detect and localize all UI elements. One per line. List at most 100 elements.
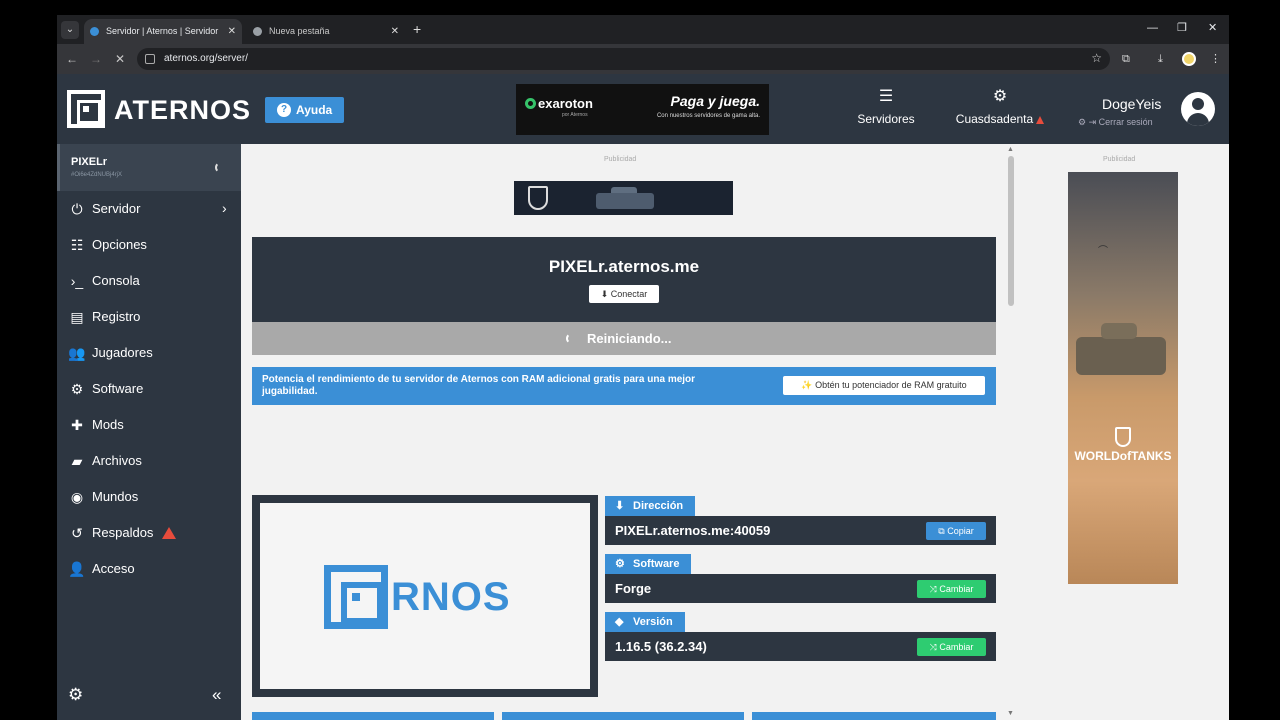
page-scrollbar[interactable]: ▲ ▼ (1005, 144, 1017, 720)
minimize-icon[interactable]: — (1147, 21, 1158, 35)
ad-headline: Paga y juega. (670, 93, 760, 109)
terminal-icon: ›_ (70, 273, 84, 289)
sidebar-item-label: Opciones (92, 237, 147, 252)
address-tag: ⬇ Dirección (605, 496, 696, 516)
nav-account[interactable]: ⚙ Cuasdsadenta (950, 87, 1050, 126)
url-text[interactable]: aternos.org/server/ (164, 52, 248, 66)
wot-badge-icon (528, 186, 548, 210)
server-card[interactable]: PIXELr #Oi6e4ZdNUBj4rjX (57, 144, 241, 191)
sidebar-item-label: Servidor (92, 201, 141, 216)
folder-icon: ▰ (71, 453, 83, 469)
server-name: PIXELr (71, 156, 108, 168)
ram-booster-label: Obtén tu potenciador de RAM gratuito (815, 380, 967, 390)
ad-brand: exaroton (538, 96, 593, 111)
ad-label: Publicidad (1103, 156, 1136, 163)
tab-title: Nueva pestaña (269, 26, 330, 36)
change-software-button[interactable]: ⤨ Cambiar (917, 580, 986, 598)
loading-spinner-icon (215, 162, 226, 173)
extensions-icon[interactable]: ⧉ (1122, 52, 1130, 66)
connect-label: Conectar (610, 289, 648, 299)
bottom-card-edge (252, 712, 494, 720)
sidebar-item-label: Consola (92, 273, 140, 288)
nav-servers[interactable]: ☰ Servidores (856, 87, 916, 126)
stop-loading-icon[interactable]: ✕ (115, 51, 125, 67)
sidebar-item-label: Mundos (92, 489, 139, 504)
collapse-sidebar-icon[interactable]: « (212, 685, 221, 705)
bottom-card-edge (752, 712, 996, 720)
connect-button[interactable]: ⬇ Conectar (589, 285, 659, 303)
new-tab-button[interactable]: + (413, 21, 421, 37)
loading-spinner-icon (566, 333, 577, 344)
chrome-favicon-icon (253, 27, 262, 36)
ram-booster-button[interactable]: ✨ Obtén tu potenciador de RAM gratuito (783, 376, 985, 395)
close-window-icon[interactable]: ✕ (1208, 21, 1217, 35)
server-status-bar[interactable]: Reiniciando... (252, 322, 996, 355)
change-version-button[interactable]: ⤨ Cambiar (917, 638, 986, 656)
sidebar-item-opciones[interactable]: ☷ Opciones (57, 227, 241, 263)
wot-skyscraper-ad[interactable]: ⌒ WORLDofTANKS (1068, 172, 1178, 584)
copy-button[interactable]: ⧉ Copiar (926, 522, 986, 540)
help-button[interactable]: ? Ayuda (265, 97, 344, 123)
nav-account-label: Cuasdsadenta (955, 112, 1034, 126)
ad-label: Publicidad (604, 156, 637, 163)
back-icon[interactable]: ← (66, 51, 78, 67)
sidebar-item-mods[interactable]: ✚ Mods (57, 407, 241, 443)
preview-canvas: RNOS (260, 503, 590, 689)
sidebar-item-respaldos[interactable]: ↺ Respaldos (57, 515, 241, 551)
scroll-up-icon[interactable]: ▲ (1007, 146, 1014, 154)
scroll-thumb[interactable] (1008, 156, 1014, 306)
sidebar-item-acceso[interactable]: 👤 Acceso (57, 551, 241, 587)
logo-text[interactable]: ATERNOS (114, 94, 251, 126)
sidebar-item-mundos[interactable]: ◉ Mundos (57, 479, 241, 515)
tab-aternos[interactable]: Servidor | Aternos | Servidor de ✕ (84, 19, 242, 44)
browser-menu-icon[interactable]: ⋮ (1210, 52, 1221, 66)
right-ad-column: Publicidad ⌒ WORLDofTANKS (1017, 144, 1229, 720)
address-value: PIXELr.aternos.me:40059 (615, 523, 771, 538)
warning-icon (1036, 116, 1045, 124)
tab-search-button[interactable]: ⌄ (61, 21, 79, 39)
sidebar-item-registro[interactable]: ▤ Registro (57, 299, 241, 335)
forward-icon[interactable]: → (90, 51, 102, 67)
preview-logo-text: RNOS (391, 575, 511, 619)
aternos-logo-icon[interactable] (67, 90, 105, 128)
sidebar-item-label: Jugadores (92, 345, 153, 360)
tab-new-tab[interactable]: Nueva pestaña ✕ (247, 19, 405, 44)
exaroton-ad-banner[interactable]: exaroton por Aternos Paga y juega. Con n… (516, 84, 769, 135)
restore-icon[interactable]: ❐ (1177, 21, 1187, 35)
scroll-down-icon[interactable]: ▼ (1007, 710, 1014, 718)
exaroton-logo: exaroton (525, 96, 593, 111)
url-field[interactable]: aternos.org/server/ ☆ (137, 48, 1110, 70)
ram-promo-banner: Potencia el rendimiento de tu servidor d… (252, 367, 996, 405)
sliders-icon: ☷ (70, 237, 84, 253)
sidebar-item-servidor[interactable]: ⏻ Servidor › (57, 191, 241, 227)
tank-shape (1076, 323, 1166, 375)
sidebar-item-label: Archivos (92, 453, 142, 468)
sidebar-item-label: Registro (92, 309, 141, 324)
tab-bar: ⌄ Servidor | Aternos | Servidor de ✕ Nue… (57, 15, 1229, 44)
sidebar-item-label: Software (92, 381, 144, 396)
profile-avatar-icon[interactable] (1182, 52, 1196, 66)
sidebar-item-consola[interactable]: ›_ Consola (57, 263, 241, 299)
software-value: Forge (615, 581, 652, 596)
history-icon: ↺ (71, 525, 83, 541)
server-address-title: PIXELr.aternos.me (548, 257, 700, 276)
close-tab-icon[interactable]: ✕ (228, 19, 236, 44)
sidebar-item-archivos[interactable]: ▰ Archivos (57, 443, 241, 479)
power-icon: ⏻ (71, 201, 83, 217)
wot-title: WORLDofTANKS (1074, 449, 1172, 463)
version-row: 1.16.5 (36.2.34) ⤨ Cambiar (605, 632, 996, 661)
site-info-icon[interactable] (145, 54, 155, 64)
browser-window: ⌄ Servidor | Aternos | Servidor de ✕ Nue… (57, 15, 1229, 720)
user-gear-icon: 👤 (68, 561, 86, 577)
wot-ad-banner[interactable] (514, 181, 733, 215)
logout-link[interactable]: ⚙ ⇥ Cerrar sesión (1078, 116, 1153, 128)
bookmark-star-icon[interactable]: ☆ (1091, 50, 1102, 66)
downloads-icon[interactable]: ⤓ (1158, 52, 1163, 66)
close-tab-icon[interactable]: ✕ (391, 19, 399, 44)
address-tag-label: Dirección (633, 500, 684, 512)
sidebar-item-software[interactable]: ⚙ Software (57, 371, 241, 407)
sidebar-item-jugadores[interactable]: 👥 Jugadores (57, 335, 241, 371)
settings-gear-icon[interactable]: ⚙ (68, 685, 83, 705)
user-avatar-icon[interactable] (1181, 92, 1215, 126)
server-stack-icon: ☰ (878, 88, 894, 105)
